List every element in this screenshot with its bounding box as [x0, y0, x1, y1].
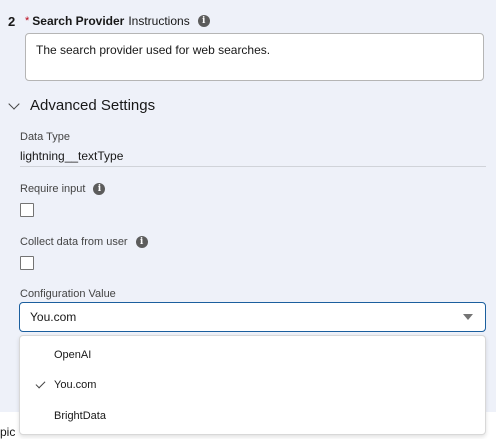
require-input-label: Require input i: [20, 183, 106, 195]
configuration-value-combobox[interactable]: You.com: [19, 302, 486, 332]
advanced-settings-toggle[interactable]: Advanced Settings: [8, 97, 156, 114]
configuration-value-label: Configuration Value: [20, 288, 116, 300]
option-you-com[interactable]: You.com: [20, 371, 485, 399]
data-type-value: lightning__textType: [20, 149, 124, 163]
data-type-label-text: Data Type: [20, 131, 70, 143]
collect-data-checkbox[interactable]: [20, 256, 34, 270]
chevron-down-icon: [8, 97, 20, 110]
advanced-settings-title: Advanced Settings: [30, 97, 156, 114]
collect-data-label-text: Collect data from user: [20, 236, 128, 248]
caret-down-icon[interactable]: [463, 314, 473, 320]
info-icon[interactable]: i: [135, 236, 148, 248]
combobox-selected-value: You.com: [30, 310, 77, 324]
configuration-value-listbox: OpenAI You.com BrightData: [19, 335, 486, 435]
check-icon: [35, 378, 45, 389]
option-openai[interactable]: OpenAI: [20, 341, 485, 369]
instructions-textarea[interactable]: The search provider used for web searche…: [25, 33, 484, 81]
data-type-label: Data Type: [20, 131, 70, 143]
option-label: OpenAI: [54, 349, 92, 361]
search-provider-name: Search Provider: [32, 14, 125, 28]
require-input-label-text: Require input: [20, 183, 86, 195]
require-input-checkbox[interactable]: [20, 203, 34, 217]
collect-data-label: Collect data from user i: [20, 236, 148, 248]
step-number: 2: [8, 14, 16, 29]
required-asterisk: *: [25, 15, 30, 27]
info-icon[interactable]: i: [197, 15, 210, 27]
info-icon[interactable]: i: [93, 183, 106, 195]
configuration-value-label-text: Configuration Value: [20, 288, 116, 300]
instructions-label: Instructions: [128, 14, 190, 28]
option-brightdata[interactable]: BrightData: [20, 402, 485, 430]
divider: [20, 166, 486, 167]
option-label: You.com: [54, 379, 97, 391]
option-label: BrightData: [54, 410, 106, 422]
search-provider-label: * Search Provider Instructions i: [25, 14, 210, 28]
